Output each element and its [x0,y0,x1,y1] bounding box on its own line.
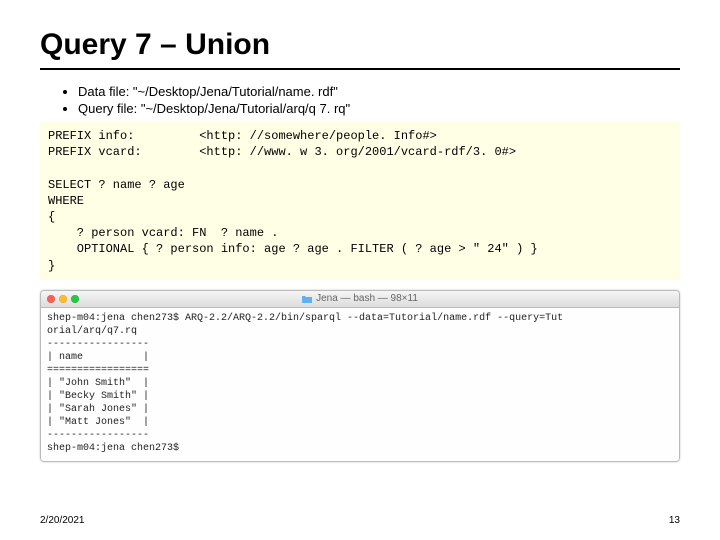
slide-title: Query 7 – Union [40,28,680,62]
bullet-list: Data file: "~/Desktop/Jena/Tutorial/name… [40,84,680,116]
bullet-query-file: Query file: "~/Desktop/Jena/Tutorial/arq… [78,101,680,116]
folder-icon [302,295,312,303]
term-output-table: ----------------- | name | =============… [47,339,149,441]
bullet-data-file: Data file: "~/Desktop/Jena/Tutorial/name… [78,84,680,99]
terminal-body: shep-m04:jena chen273$ ARQ-2.2/ARQ-2.2/b… [41,308,679,461]
title-divider [40,68,680,70]
footer-date: 2/20/2021 [40,515,85,526]
terminal-title: Jena — bash — 98×11 [41,293,679,304]
terminal-titlebar: Jena — bash — 98×11 [41,291,679,308]
footer-page-number: 13 [669,515,680,526]
terminal-title-text: Jena — bash — 98×11 [316,293,418,304]
term-command: shep-m04:jena chen273$ ARQ-2.2/ARQ-2.2/b… [47,313,563,337]
sparql-code-block: PREFIX info: <http: //somewhere/people. … [40,122,680,280]
terminal-window: Jena — bash — 98×11 shep-m04:jena chen27… [40,290,680,462]
term-prompt: shep-m04:jena chen273$ [47,443,185,454]
